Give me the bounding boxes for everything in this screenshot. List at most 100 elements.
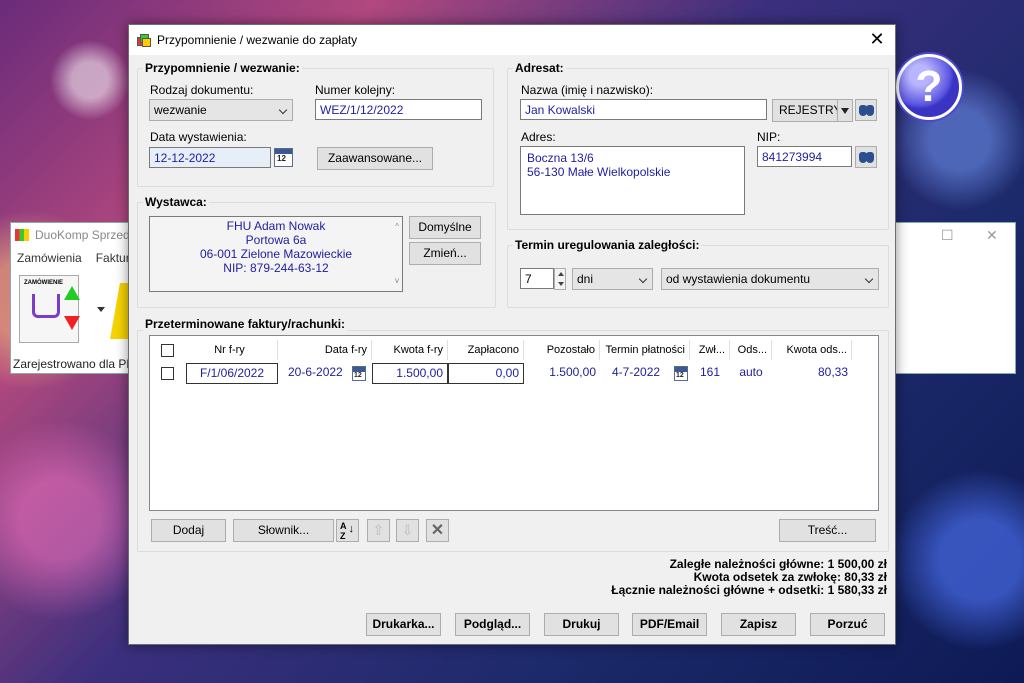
registry-button[interactable]: REJESTRY	[772, 99, 842, 122]
term-spinner[interactable]	[554, 268, 566, 290]
issuer-line-2: Portowa 6a	[245, 233, 307, 247]
registry-dropdown-button[interactable]	[837, 99, 853, 122]
nip-input[interactable]: 841273994	[757, 146, 852, 167]
invoices-group-label: Przeterminowane faktury/rachunki:	[143, 317, 348, 331]
column-header[interactable]: Nr f-ry	[186, 340, 278, 360]
registry-label: REJESTRY	[779, 103, 842, 117]
close-icon[interactable]: ✕	[986, 227, 998, 244]
issuer-textbox[interactable]: FHU Adam Nowak Portowa 6a 06-001 Zielone…	[149, 216, 403, 292]
default-issuer-button[interactable]: Domyślne	[409, 216, 481, 239]
cell-interest-amount: 80,33	[817, 365, 848, 379]
addressee-group-label: Adresat:	[513, 61, 566, 75]
change-issuer-button[interactable]: Zmień...	[409, 242, 481, 265]
cell-delay-days: 161	[699, 365, 721, 379]
doc-type-select[interactable]: wezwanie	[149, 99, 293, 121]
column-header[interactable]: Kwota f-ry	[372, 340, 448, 360]
issuer-line-4: NIP: 879-244-63-12	[223, 261, 329, 275]
date-input[interactable]: 12-12-2022	[149, 147, 271, 168]
select-all-checkbox[interactable]	[161, 344, 174, 357]
scroll-up-icon[interactable]: ^	[395, 220, 399, 234]
move-up-icon[interactable]: ⇧	[367, 519, 390, 542]
number-input[interactable]: WEZ/1/12/2022	[315, 99, 482, 120]
address-line-2: 56-130 Małe Wielkopolskie	[527, 165, 671, 179]
pdf-email-button[interactable]: PDF/Email	[632, 613, 707, 636]
term-unit-select[interactable]: dni	[572, 268, 653, 290]
cancel-button[interactable]: Porzuć	[810, 613, 885, 636]
orders-tool-label: ZAMÓWIENIE	[24, 280, 63, 286]
dictionary-button[interactable]: Słownik...	[233, 519, 334, 542]
dialog-title: Przypomnienie / wezwanie do zapłaty	[157, 33, 358, 47]
term-group-label: Termin uregulowania zaległości:	[513, 238, 702, 252]
address-line-1: Boczna 13/6	[527, 151, 594, 165]
column-header[interactable]: Termin płatności	[600, 340, 690, 360]
advanced-button[interactable]: Zaawansowane...	[317, 147, 433, 170]
date-label: Data wystawienia:	[150, 130, 247, 144]
term-unit-value: dni	[577, 272, 594, 286]
column-header[interactable]: Zwł...	[690, 340, 730, 360]
column-header[interactable]: Kwota ods...	[772, 340, 852, 360]
arrow-down-icon	[64, 316, 80, 330]
invoices-table: Nr f-ry Data f-ry Kwota f-ry Zapłacono P…	[149, 335, 879, 511]
sort-az-icon[interactable]: A Z ↓	[336, 519, 359, 542]
number-label: Numer kolejny:	[315, 83, 396, 97]
reminder-dialog: Przypomnienie / wezwanie do zapłaty ✕ Pr…	[128, 24, 896, 645]
background-app-title: DuoKomp Sprzeda	[35, 228, 137, 242]
scroll-down-icon[interactable]: v	[395, 274, 399, 288]
dialog-titlebar: Przypomnienie / wezwanie do zapłaty	[129, 25, 895, 55]
chevron-down-icon	[278, 105, 288, 115]
nip-label: NIP:	[757, 130, 781, 144]
name-input[interactable]: Jan Kowalski	[520, 99, 767, 120]
column-header[interactable]: Data f-ry	[278, 340, 372, 360]
dropdown-arrow-icon[interactable]	[97, 307, 105, 312]
address-textarea[interactable]: Boczna 13/6 56-130 Małe Wielkopolskie	[520, 146, 745, 215]
cell-invoice-amount[interactable]: 1.500,00	[372, 363, 448, 384]
cell-invoice-number[interactable]: F/1/06/2022	[186, 363, 278, 384]
issuer-line-3: 06-001 Zielone Mazowieckie	[199, 247, 353, 261]
app-logo-icon	[15, 229, 29, 241]
name-label: Nazwa (imię i nazwisko):	[521, 83, 654, 97]
cart-icon	[32, 294, 60, 318]
term-from-select[interactable]: od wystawienia dokumentu	[661, 268, 879, 290]
doc-type-value: wezwanie	[154, 103, 207, 117]
search-binoculars-icon[interactable]	[855, 146, 877, 168]
move-down-icon[interactable]: ⇩	[396, 519, 419, 542]
column-header[interactable]: Pozostało	[524, 340, 600, 360]
cell-remaining: 1.500,00	[549, 365, 596, 379]
content-button[interactable]: Treść...	[779, 519, 876, 542]
row-checkbox[interactable]	[161, 367, 174, 380]
search-binoculars-icon[interactable]	[855, 99, 877, 121]
add-invoice-button[interactable]: Dodaj	[151, 519, 226, 542]
help-icon[interactable]: ?	[896, 54, 962, 120]
dropdown-arrow-icon	[841, 108, 849, 114]
menu-item-orders[interactable]: Zamówienia	[17, 251, 82, 265]
print-button[interactable]: Drukuj	[544, 613, 619, 636]
orders-tool-button[interactable]: ZAMÓWIENIE	[19, 275, 80, 343]
menu-item-invoices[interactable]: Faktur	[96, 251, 130, 265]
delete-icon[interactable]: ✕	[426, 519, 449, 542]
column-header[interactable]: Zapłacono	[448, 340, 524, 360]
calendar-icon[interactable]: 12	[352, 366, 366, 381]
issuer-line-1: FHU Adam Nowak	[226, 219, 326, 233]
background-menu-bar: Zamówienia Faktur	[11, 247, 130, 269]
address-label: Adres:	[521, 130, 556, 144]
printer-button[interactable]: Drukarka...	[366, 613, 441, 636]
save-button[interactable]: Zapisz	[721, 613, 796, 636]
summary-total: Łącznie należności główne + odsetki: 1 5…	[611, 583, 887, 597]
cell-paid-amount[interactable]: 0,00	[448, 363, 524, 384]
cell-due-date[interactable]: 4-7-2022	[608, 363, 678, 384]
calendar-icon[interactable]: 12	[274, 148, 293, 167]
calendar-icon[interactable]: 12	[674, 366, 688, 381]
maximize-icon[interactable]: ☐	[941, 227, 954, 244]
term-value-input[interactable]: 7	[520, 268, 554, 289]
registration-status: Zarejestrowano dla PL	[13, 357, 134, 371]
close-button[interactable]: ✕	[865, 29, 889, 51]
column-header[interactable]: Ods...	[730, 340, 772, 360]
app-logo-icon	[137, 33, 151, 47]
cell-interest-mode[interactable]: auto	[730, 363, 772, 384]
preview-button[interactable]: Podgląd...	[455, 613, 530, 636]
calendar-day: 12	[676, 372, 684, 379]
arrow-up-icon	[64, 286, 80, 300]
calendar-day: 12	[354, 372, 362, 379]
issuer-group-label: Wystawca:	[143, 195, 209, 209]
chevron-down-icon	[638, 274, 648, 284]
